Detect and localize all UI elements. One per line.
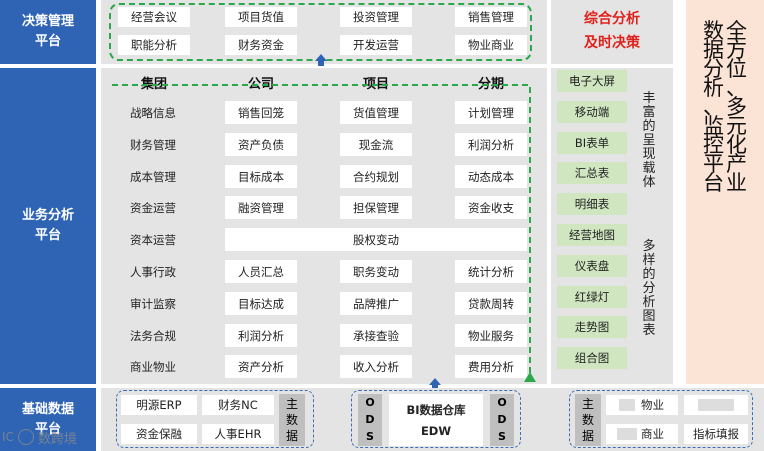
carrier-caption-2: 多样的分析图表 [642, 239, 656, 338]
table-cell: 承接查验 [340, 324, 412, 347]
table-cell: 收入分析 [340, 355, 412, 378]
decision-item: 开发运营 [340, 35, 412, 55]
external-source: 指标填报 [684, 424, 748, 444]
carrier-item: 组合图 [557, 347, 627, 369]
main-data-right: 主数据 [575, 394, 601, 446]
table-cell: 物业服务 [455, 324, 527, 347]
decision-item: 投资管理 [340, 7, 412, 27]
table-cell: 担保管理 [340, 196, 412, 219]
source-system: 资金保融 [121, 424, 197, 444]
ods-left: ODS [358, 394, 382, 446]
table-cell: 品牌推广 [340, 292, 412, 315]
ods-right: ODS [490, 394, 514, 446]
table-cell: 目标达成 [225, 292, 297, 315]
blurred-label [617, 428, 637, 440]
watermark: IC 数跨境 [2, 429, 77, 447]
decision-item: 项目货值 [225, 7, 297, 27]
carrier-item: 走势图 [557, 316, 627, 338]
column-header-group: 集团 [140, 76, 167, 92]
table-cell: 成本管理 [130, 169, 176, 184]
decision-platform-label: 决策管理 平台 [0, 0, 96, 64]
table-cell: 合约规划 [340, 165, 412, 188]
table-cell: 人员汇总 [225, 260, 297, 283]
blurred-label [619, 399, 635, 411]
table-cell: 贷款周转 [455, 292, 527, 315]
carrier-item: 红绿灯 [557, 286, 627, 308]
table-cell: 现金流 [340, 133, 412, 156]
table-cell: 统计分析 [455, 260, 527, 283]
external-source: 商业 [606, 424, 678, 444]
carrier-caption-1: 丰富的呈现载体 [642, 91, 656, 190]
table-cell: 战略信息 [130, 105, 176, 120]
decision-item: 物业商业 [455, 35, 527, 55]
column-header-phase: 分期 [477, 76, 504, 92]
decision-item: 经营会议 [118, 7, 190, 27]
carrier-item: 明细表 [557, 193, 627, 215]
table-cell: 审计监察 [130, 296, 176, 311]
table-cell: 融资管理 [225, 196, 297, 219]
table-cell: 人事行政 [130, 264, 176, 279]
column-header-project: 项目 [362, 76, 389, 92]
table-cell: 计划管理 [455, 101, 527, 124]
external-source-blurred [684, 395, 748, 415]
carrier-item: 电子大屏 [557, 70, 627, 92]
external-source: 物业 [606, 395, 678, 415]
table-cell: 销售回笼 [225, 101, 297, 124]
table-cell: 目标成本 [225, 165, 297, 188]
source-system: 明源ERP [121, 395, 197, 415]
decision-item: 职能分析 [118, 35, 190, 55]
table-cell: 资本运营 [130, 232, 176, 247]
carrier-item: 仪表盘 [557, 255, 627, 277]
table-cell: 利润分析 [455, 133, 527, 156]
decision-caption: 综合分析 及时决策 [584, 11, 640, 51]
table-cell: 费用分析 [455, 355, 527, 378]
carrier-item: 经营地图 [557, 224, 627, 246]
table-cell: 资产负债 [225, 133, 297, 156]
table-cell: 职务变动 [340, 260, 412, 283]
big-title: 全方位、多元化产业数据分析、监控平台 [703, 19, 747, 195]
blurred-label [698, 399, 734, 411]
table-cell: 财务管理 [130, 137, 176, 152]
bi-data-warehouse: BI数据仓库 EDW [389, 394, 483, 446]
carrier-item: BI表单 [557, 132, 627, 154]
table-cell: 法务合规 [130, 328, 176, 343]
table-cell: 货值管理 [340, 101, 412, 124]
carrier-item: 移动端 [557, 101, 627, 123]
table-cell: 商业物业 [130, 359, 176, 374]
table-cell: 资金运营 [130, 200, 176, 215]
table-cell: 动态成本 [455, 165, 527, 188]
decision-item: 财务资金 [225, 35, 297, 55]
decision-item: 销售管理 [455, 7, 527, 27]
table-cell: 利润分析 [225, 324, 297, 347]
table-cell-merged: 股权变动 [225, 228, 527, 251]
source-system: 财务NC [202, 395, 274, 415]
table-cell: 资金收支 [455, 196, 527, 219]
carrier-item: 汇总表 [557, 162, 627, 184]
source-system: 人事EHR [202, 424, 274, 444]
column-header-company: 公司 [247, 76, 274, 92]
watermark-logo-icon [17, 429, 34, 445]
business-platform-label: 业务分析 平台 [0, 68, 96, 384]
main-data-left: 主数据 [279, 394, 305, 446]
table-cell: 资产分析 [225, 355, 297, 378]
